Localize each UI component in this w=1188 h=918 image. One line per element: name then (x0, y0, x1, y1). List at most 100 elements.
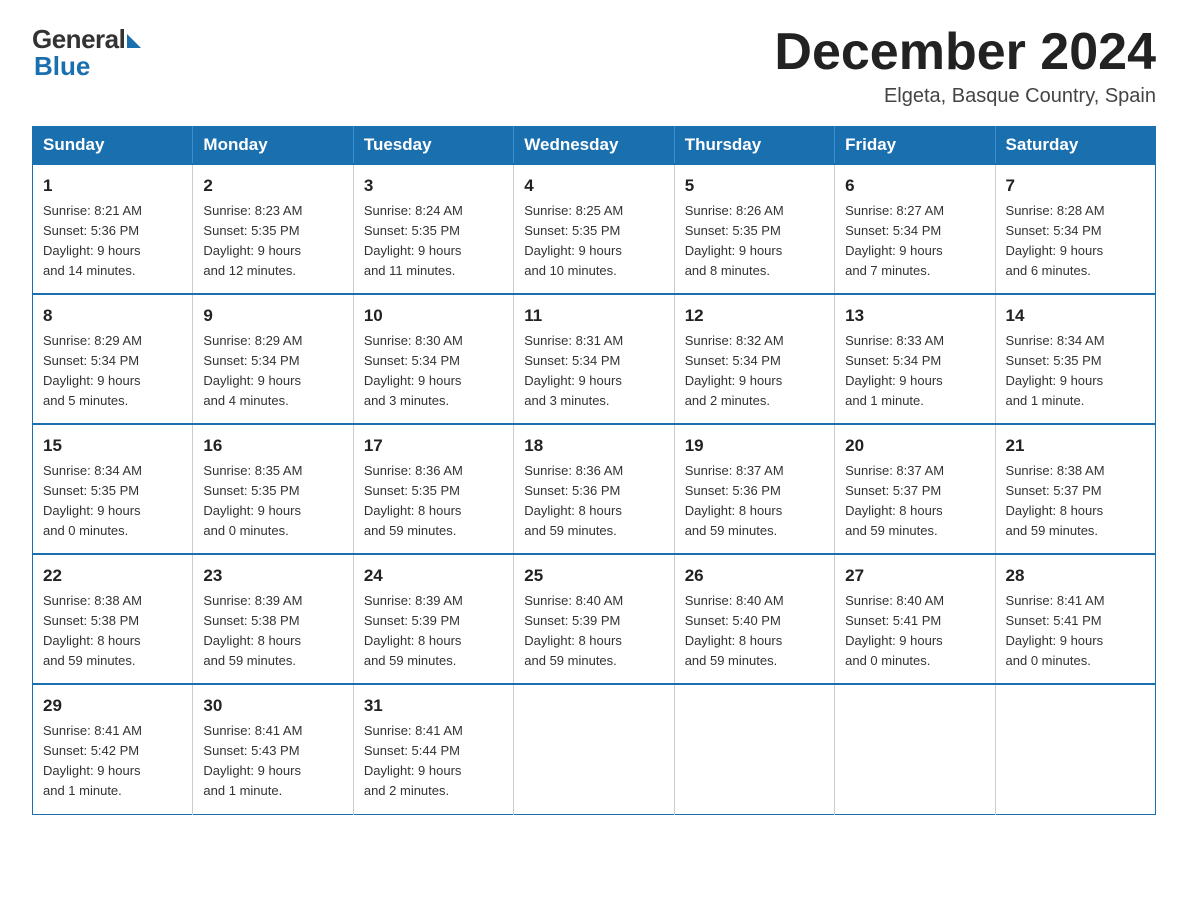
calendar-cell: 1Sunrise: 8:21 AM Sunset: 5:36 PM Daylig… (33, 164, 193, 294)
day-info: Sunrise: 8:37 AM Sunset: 5:37 PM Dayligh… (845, 461, 984, 542)
day-info: Sunrise: 8:37 AM Sunset: 5:36 PM Dayligh… (685, 461, 824, 542)
day-number: 30 (203, 693, 342, 719)
day-info: Sunrise: 8:23 AM Sunset: 5:35 PM Dayligh… (203, 201, 342, 282)
calendar-cell: 3Sunrise: 8:24 AM Sunset: 5:35 PM Daylig… (353, 164, 513, 294)
calendar-cell: 16Sunrise: 8:35 AM Sunset: 5:35 PM Dayli… (193, 424, 353, 554)
day-number: 12 (685, 303, 824, 329)
calendar-table: SundayMondayTuesdayWednesdayThursdayFrid… (32, 126, 1156, 814)
day-number: 22 (43, 563, 182, 589)
calendar-cell: 24Sunrise: 8:39 AM Sunset: 5:39 PM Dayli… (353, 554, 513, 684)
day-info: Sunrise: 8:25 AM Sunset: 5:35 PM Dayligh… (524, 201, 663, 282)
calendar-week-row: 29Sunrise: 8:41 AM Sunset: 5:42 PM Dayli… (33, 684, 1156, 814)
day-number: 7 (1006, 173, 1145, 199)
day-of-week-header-friday: Friday (835, 127, 995, 165)
calendar-cell: 7Sunrise: 8:28 AM Sunset: 5:34 PM Daylig… (995, 164, 1155, 294)
calendar-cell (674, 684, 834, 814)
calendar-cell: 13Sunrise: 8:33 AM Sunset: 5:34 PM Dayli… (835, 294, 995, 424)
day-number: 6 (845, 173, 984, 199)
calendar-cell: 12Sunrise: 8:32 AM Sunset: 5:34 PM Dayli… (674, 294, 834, 424)
day-number: 26 (685, 563, 824, 589)
calendar-cell (995, 684, 1155, 814)
day-info: Sunrise: 8:39 AM Sunset: 5:39 PM Dayligh… (364, 591, 503, 672)
calendar-cell: 30Sunrise: 8:41 AM Sunset: 5:43 PM Dayli… (193, 684, 353, 814)
day-number: 29 (43, 693, 182, 719)
day-number: 1 (43, 173, 182, 199)
day-info: Sunrise: 8:40 AM Sunset: 5:39 PM Dayligh… (524, 591, 663, 672)
day-number: 8 (43, 303, 182, 329)
day-number: 3 (364, 173, 503, 199)
day-info: Sunrise: 8:40 AM Sunset: 5:40 PM Dayligh… (685, 591, 824, 672)
title-area: December 2024 Elgeta, Basque Country, Sp… (774, 24, 1156, 108)
day-info: Sunrise: 8:40 AM Sunset: 5:41 PM Dayligh… (845, 591, 984, 672)
day-info: Sunrise: 8:38 AM Sunset: 5:37 PM Dayligh… (1006, 461, 1145, 542)
day-number: 20 (845, 433, 984, 459)
day-info: Sunrise: 8:21 AM Sunset: 5:36 PM Dayligh… (43, 201, 182, 282)
calendar-cell: 31Sunrise: 8:41 AM Sunset: 5:44 PM Dayli… (353, 684, 513, 814)
calendar-week-row: 1Sunrise: 8:21 AM Sunset: 5:36 PM Daylig… (33, 164, 1156, 294)
calendar-week-row: 22Sunrise: 8:38 AM Sunset: 5:38 PM Dayli… (33, 554, 1156, 684)
day-number: 2 (203, 173, 342, 199)
day-info: Sunrise: 8:35 AM Sunset: 5:35 PM Dayligh… (203, 461, 342, 542)
day-info: Sunrise: 8:29 AM Sunset: 5:34 PM Dayligh… (43, 331, 182, 412)
day-of-week-header-sunday: Sunday (33, 127, 193, 165)
logo: General Blue (32, 24, 141, 82)
day-number: 24 (364, 563, 503, 589)
day-number: 10 (364, 303, 503, 329)
day-number: 27 (845, 563, 984, 589)
day-info: Sunrise: 8:27 AM Sunset: 5:34 PM Dayligh… (845, 201, 984, 282)
day-number: 31 (364, 693, 503, 719)
day-info: Sunrise: 8:39 AM Sunset: 5:38 PM Dayligh… (203, 591, 342, 672)
calendar-cell: 14Sunrise: 8:34 AM Sunset: 5:35 PM Dayli… (995, 294, 1155, 424)
calendar-week-row: 8Sunrise: 8:29 AM Sunset: 5:34 PM Daylig… (33, 294, 1156, 424)
day-info: Sunrise: 8:41 AM Sunset: 5:42 PM Dayligh… (43, 721, 182, 802)
calendar-cell (835, 684, 995, 814)
month-title: December 2024 (774, 24, 1156, 81)
day-info: Sunrise: 8:29 AM Sunset: 5:34 PM Dayligh… (203, 331, 342, 412)
day-number: 4 (524, 173, 663, 199)
day-info: Sunrise: 8:28 AM Sunset: 5:34 PM Dayligh… (1006, 201, 1145, 282)
day-info: Sunrise: 8:41 AM Sunset: 5:43 PM Dayligh… (203, 721, 342, 802)
day-info: Sunrise: 8:36 AM Sunset: 5:35 PM Dayligh… (364, 461, 503, 542)
day-of-week-header-wednesday: Wednesday (514, 127, 674, 165)
day-info: Sunrise: 8:41 AM Sunset: 5:44 PM Dayligh… (364, 721, 503, 802)
calendar-header-row: SundayMondayTuesdayWednesdayThursdayFrid… (33, 127, 1156, 165)
day-number: 13 (845, 303, 984, 329)
calendar-cell: 18Sunrise: 8:36 AM Sunset: 5:36 PM Dayli… (514, 424, 674, 554)
day-info: Sunrise: 8:38 AM Sunset: 5:38 PM Dayligh… (43, 591, 182, 672)
day-number: 16 (203, 433, 342, 459)
calendar-cell: 26Sunrise: 8:40 AM Sunset: 5:40 PM Dayli… (674, 554, 834, 684)
day-info: Sunrise: 8:41 AM Sunset: 5:41 PM Dayligh… (1006, 591, 1145, 672)
calendar-cell: 5Sunrise: 8:26 AM Sunset: 5:35 PM Daylig… (674, 164, 834, 294)
calendar-week-row: 15Sunrise: 8:34 AM Sunset: 5:35 PM Dayli… (33, 424, 1156, 554)
day-info: Sunrise: 8:36 AM Sunset: 5:36 PM Dayligh… (524, 461, 663, 542)
calendar-cell: 20Sunrise: 8:37 AM Sunset: 5:37 PM Dayli… (835, 424, 995, 554)
day-info: Sunrise: 8:26 AM Sunset: 5:35 PM Dayligh… (685, 201, 824, 282)
day-number: 19 (685, 433, 824, 459)
calendar-cell: 23Sunrise: 8:39 AM Sunset: 5:38 PM Dayli… (193, 554, 353, 684)
header: General Blue December 2024 Elgeta, Basqu… (32, 24, 1156, 108)
day-of-week-header-saturday: Saturday (995, 127, 1155, 165)
logo-triangle-icon (127, 34, 141, 48)
calendar-cell: 11Sunrise: 8:31 AM Sunset: 5:34 PM Dayli… (514, 294, 674, 424)
calendar-cell: 29Sunrise: 8:41 AM Sunset: 5:42 PM Dayli… (33, 684, 193, 814)
day-number: 9 (203, 303, 342, 329)
location-title: Elgeta, Basque Country, Spain (774, 85, 1156, 108)
day-of-week-header-tuesday: Tuesday (353, 127, 513, 165)
calendar-cell: 4Sunrise: 8:25 AM Sunset: 5:35 PM Daylig… (514, 164, 674, 294)
day-number: 5 (685, 173, 824, 199)
calendar-cell: 2Sunrise: 8:23 AM Sunset: 5:35 PM Daylig… (193, 164, 353, 294)
day-info: Sunrise: 8:24 AM Sunset: 5:35 PM Dayligh… (364, 201, 503, 282)
day-number: 21 (1006, 433, 1145, 459)
calendar-cell: 22Sunrise: 8:38 AM Sunset: 5:38 PM Dayli… (33, 554, 193, 684)
calendar-cell: 21Sunrise: 8:38 AM Sunset: 5:37 PM Dayli… (995, 424, 1155, 554)
day-number: 15 (43, 433, 182, 459)
day-number: 11 (524, 303, 663, 329)
day-info: Sunrise: 8:34 AM Sunset: 5:35 PM Dayligh… (1006, 331, 1145, 412)
calendar-cell: 8Sunrise: 8:29 AM Sunset: 5:34 PM Daylig… (33, 294, 193, 424)
calendar-cell: 19Sunrise: 8:37 AM Sunset: 5:36 PM Dayli… (674, 424, 834, 554)
calendar-cell: 28Sunrise: 8:41 AM Sunset: 5:41 PM Dayli… (995, 554, 1155, 684)
day-number: 25 (524, 563, 663, 589)
calendar-cell: 25Sunrise: 8:40 AM Sunset: 5:39 PM Dayli… (514, 554, 674, 684)
day-info: Sunrise: 8:30 AM Sunset: 5:34 PM Dayligh… (364, 331, 503, 412)
day-of-week-header-monday: Monday (193, 127, 353, 165)
